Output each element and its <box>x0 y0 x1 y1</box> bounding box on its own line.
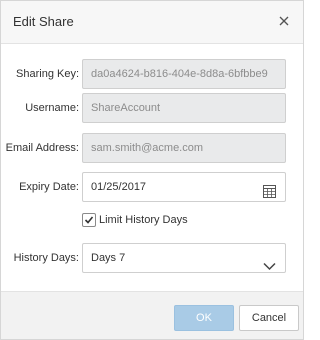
dialog-footer: OK Cancel <box>1 291 303 339</box>
email-row: Email Address: sam.smith@acme.com <box>1 133 303 163</box>
history-days-value: Days 7 <box>91 252 126 264</box>
expiry-date-row: Expiry Date: 01/25/2017 <box>1 172 303 202</box>
dialog-header: Edit Share <box>1 1 303 44</box>
limit-history-checkbox[interactable] <box>82 213 96 227</box>
username-field: ShareAccount <box>82 93 286 123</box>
expiry-date-input[interactable]: 01/25/2017 <box>82 172 286 202</box>
ok-button[interactable]: OK <box>174 305 234 331</box>
dialog-title: Edit Share <box>13 14 74 29</box>
sharing-key-label: Sharing Key: <box>16 68 79 80</box>
chevron-down-icon[interactable] <box>263 254 276 271</box>
history-days-label: History Days: <box>13 252 79 264</box>
expiry-date-value: 01/25/2017 <box>91 181 147 193</box>
email-field: sam.smith@acme.com <box>82 133 286 163</box>
edit-share-dialog: Edit Share Sharing Key: da0a4624-b816-40… <box>0 0 304 340</box>
sharing-key-row: Sharing Key: da0a4624-b816-404e-8d8a-6bf… <box>1 59 303 89</box>
expiry-date-label: Expiry Date: <box>19 181 79 193</box>
username-label: Username: <box>25 102 79 114</box>
history-days-select[interactable]: Days 7 <box>82 243 286 273</box>
limit-history-label[interactable]: Limit History Days <box>99 212 188 228</box>
email-label: Email Address: <box>5 142 79 154</box>
cancel-button[interactable]: Cancel <box>239 305 299 331</box>
calendar-icon[interactable] <box>263 181 276 198</box>
close-icon[interactable] <box>277 14 291 28</box>
history-days-row: History Days: Days 7 <box>1 243 303 273</box>
sharing-key-field: da0a4624-b816-404e-8d8a-6bfbbe9 <box>82 59 286 89</box>
username-row: Username: ShareAccount <box>1 93 303 123</box>
